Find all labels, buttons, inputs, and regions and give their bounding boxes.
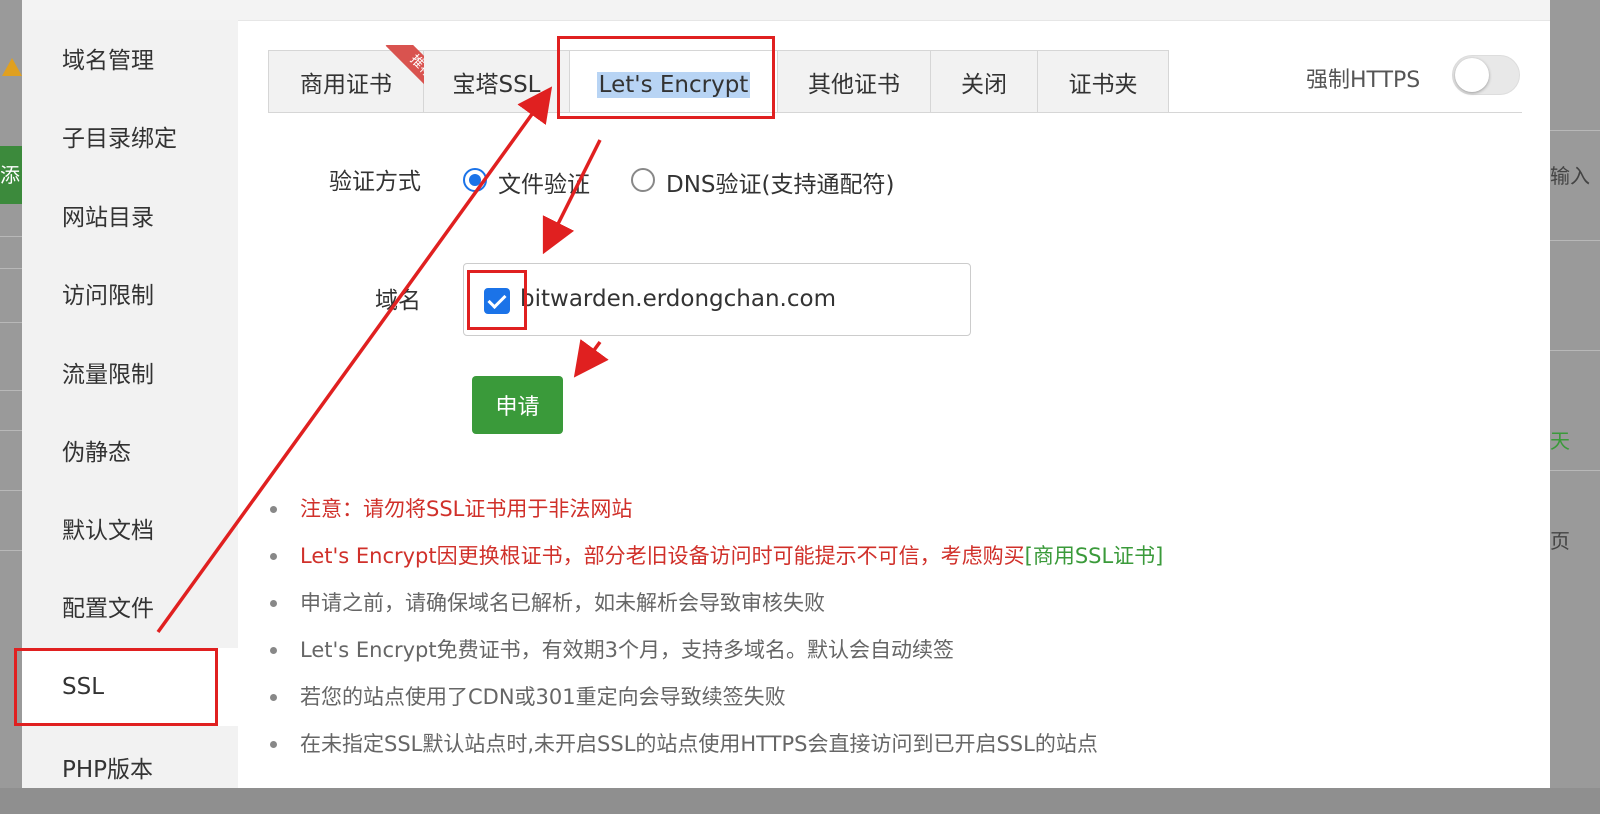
sidebar-item-traffic-limit[interactable]: 流量限制 [22,336,238,414]
note-item: 申请之前，请确保域名已解析，如未解析会导致审核失败 [262,580,1163,627]
tab-other-cert[interactable]: 其他证书 [778,51,931,113]
force-https-label: 强制HTTPS [1306,68,1421,93]
tab-label: 关闭 [961,72,1007,98]
dialog-title-bar [22,0,1550,21]
background-divider [0,236,22,237]
tabs-divider [268,112,1522,113]
sidebar: 域名管理 子目录绑定 网站目录 访问限制 流量限制 伪静态 默认文档 配置文件 … [14,20,238,788]
background-divider [1550,130,1600,131]
tab-close[interactable]: 关闭 [931,51,1038,113]
sidebar-item-ssl[interactable]: SSL [22,648,238,726]
background-page-left [0,0,22,788]
domain-checkbox[interactable] [484,288,510,314]
sidebar-item-domain[interactable]: 域名管理 [22,22,238,100]
recommended-ribbon: 推荐 [375,45,431,101]
background-text: 天 [1550,429,1570,453]
background-divider [1550,350,1600,351]
background-divider [0,390,22,391]
note-item: 若您的站点使用了CDN或301重定向会导致续签失败 [262,674,1163,721]
note-item: 注意：请勿将SSL证书用于非法网站 [262,486,1163,533]
sidebar-item-subdirectory[interactable]: 子目录绑定 [22,100,238,178]
tab-cert-folder[interactable]: 证书夹 [1038,51,1168,113]
background-divider [0,430,22,431]
background-divider [1550,470,1600,471]
tab-lets-encrypt[interactable]: Let's Encrypt [570,51,778,113]
radio-file-verification[interactable] [463,168,487,192]
sidebar-item-rewrite[interactable]: 伪静态 [22,414,238,492]
domain-name: bitwarden.erdongchan.com [520,286,836,312]
tab-label: 其他证书 [808,72,900,98]
tab-commercial-cert[interactable]: 商用证书 推荐 [269,45,431,113]
domain-label: 域名 [375,288,421,314]
apply-button[interactable]: 申请 [472,376,563,434]
sidebar-item-access-limit[interactable]: 访问限制 [22,257,238,335]
commercial-ssl-link[interactable]: [商用SSL证书] [1025,544,1164,568]
background-add-button: 添 [0,146,22,204]
tab-label: 宝塔SSL [452,72,541,98]
background-divider [0,322,22,323]
note-item: Let's Encrypt因更换根证书，部分老旧设备访问时可能提示不可信，考虑购… [262,533,1163,580]
background-text: 输入 [1550,164,1590,188]
sidebar-item-php-version[interactable]: PHP版本 [22,726,238,804]
force-https-toggle[interactable] [1452,55,1520,95]
dns-verification-label[interactable]: DNS验证(支持通配符) [666,165,894,199]
sidebar-item-default-doc[interactable]: 默认文档 [22,492,238,570]
background-page-right [1550,0,1600,788]
background-divider [1550,240,1600,241]
radio-dns-verification[interactable] [631,168,655,192]
background-divider [0,490,22,491]
ssl-tabs: 商用证书 推荐 宝塔SSL Let's Encrypt 其他证书 关闭 证书夹 [268,45,1169,113]
tab-baota-ssl[interactable]: 宝塔SSL [424,51,570,113]
note-item: Let's Encrypt免费证书，有效期3个月，支持多域名。默认会自动续签 [262,627,1163,674]
sidebar-item-config-file[interactable]: 配置文件 [22,570,238,648]
background-divider [0,268,22,269]
site-settings-dialog: 域名管理 子目录绑定 网站目录 访问限制 流量限制 伪静态 默认文档 配置文件 … [14,0,1550,788]
tab-label: 证书夹 [1068,72,1138,98]
tab-label: Let's Encrypt [596,72,751,98]
background-text: 页 [1550,529,1570,553]
background-divider [0,550,22,551]
note-item: 在未指定SSL默认站点时,未开启SSL的站点使用HTTPS会直接访问到已开启SS… [262,721,1163,768]
sidebar-item-site-directory[interactable]: 网站目录 [22,179,238,257]
notes-list: 注意：请勿将SSL证书用于非法网站 Let's Encrypt因更换根证书，部分… [262,486,1163,768]
warning-icon [2,58,22,76]
verification-label: 验证方式 [329,169,421,195]
file-verification-label[interactable]: 文件验证 [498,165,590,199]
toggle-knob [1455,58,1489,92]
